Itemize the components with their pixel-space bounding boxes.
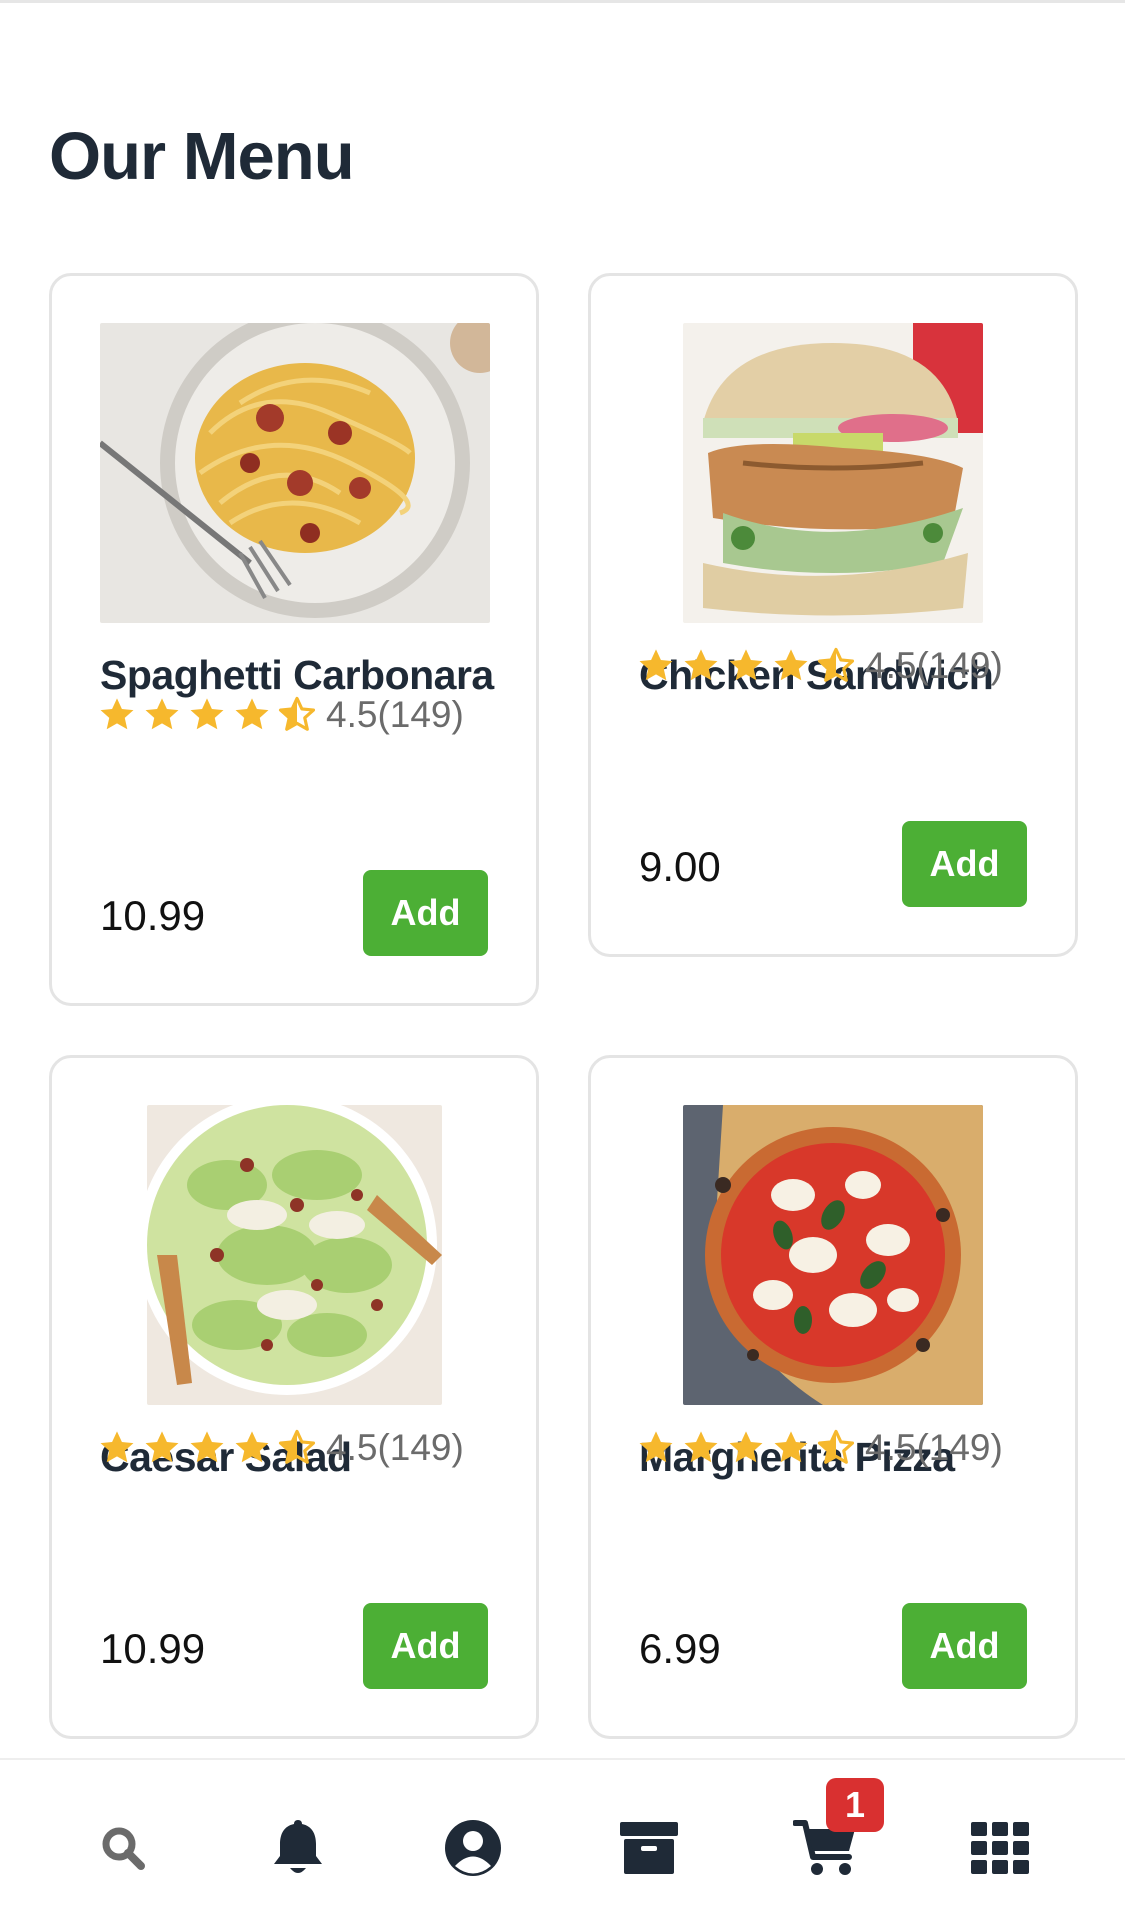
item-price: 9.00 xyxy=(639,843,721,890)
rating-count: (149) xyxy=(916,1427,1003,1468)
item-rating xyxy=(98,1426,323,1470)
top-divider xyxy=(0,0,1125,3)
item-name: Spaghetti Carbonara xyxy=(100,652,494,698)
star-full-icon xyxy=(682,1429,720,1467)
star-half-icon xyxy=(278,696,316,734)
item-price: 10.99 xyxy=(100,892,206,939)
margherita-pizza-image xyxy=(683,1105,983,1405)
star-full-icon xyxy=(233,1429,271,1467)
nav-orders[interactable] xyxy=(609,1808,689,1888)
add-to-cart-button[interactable]: Add xyxy=(363,1603,488,1689)
star-half-icon xyxy=(817,1429,855,1467)
caesar-salad-image xyxy=(147,1105,442,1405)
archive-box-icon xyxy=(620,1822,678,1874)
search-icon xyxy=(102,1827,145,1870)
star-half-icon xyxy=(817,647,855,685)
star-full-icon xyxy=(188,696,226,734)
star-full-icon xyxy=(772,1429,810,1467)
chicken-sandwich-image xyxy=(683,323,983,623)
cart-count-badge: 1 xyxy=(826,1778,884,1832)
item-price: 10.99 xyxy=(100,1625,206,1672)
page-title: Our Menu xyxy=(49,119,355,194)
star-full-icon xyxy=(143,696,181,734)
menu-card-caesar-salad[interactable]: Caesar Salad 4.5 (149) 10.99 Add xyxy=(49,1055,539,1739)
rating-count: (149) xyxy=(377,694,464,735)
user-circle-icon xyxy=(445,1820,501,1876)
rating-score: 4.5 xyxy=(865,1427,917,1468)
item-rating xyxy=(637,644,862,688)
rating-score: 4.5 xyxy=(865,645,917,686)
bottom-nav-bar: 1 xyxy=(0,1758,1125,1916)
add-to-cart-button[interactable]: Add xyxy=(902,821,1027,907)
item-rating xyxy=(98,693,323,737)
menu-card-margherita-pizza[interactable]: Margherita Pizza 4.5 (149) 6.99 Add xyxy=(588,1055,1078,1739)
rating-count: (149) xyxy=(916,645,1003,686)
grid-icon xyxy=(971,1822,1029,1874)
item-price: 6.99 xyxy=(639,1625,721,1672)
star-full-icon xyxy=(233,696,271,734)
star-full-icon xyxy=(727,647,765,685)
spaghetti-carbonara-image xyxy=(100,323,490,623)
star-full-icon xyxy=(682,647,720,685)
menu-card-chicken-sandwich[interactable]: Chicken Sandwich 4.5 (149) 9.00 Add xyxy=(588,273,1078,957)
menu-card-spaghetti-carbonara[interactable]: Spaghetti Carbonara 4.5 (149) 10.99 Add xyxy=(49,273,539,1006)
nav-notifications[interactable] xyxy=(258,1808,338,1888)
rating-score: 4.5 xyxy=(326,1427,378,1468)
rating-score: 4.5 xyxy=(326,694,378,735)
add-to-cart-button[interactable]: Add xyxy=(902,1603,1027,1689)
rating-count: (149) xyxy=(377,1427,464,1468)
star-full-icon xyxy=(637,1429,675,1467)
star-full-icon xyxy=(188,1429,226,1467)
nav-more[interactable] xyxy=(960,1808,1040,1888)
star-full-icon xyxy=(727,1429,765,1467)
bell-icon xyxy=(274,1820,322,1873)
star-half-icon xyxy=(278,1429,316,1467)
item-rating xyxy=(637,1426,862,1470)
nav-search[interactable] xyxy=(83,1808,163,1888)
star-full-icon xyxy=(98,1429,136,1467)
star-full-icon xyxy=(637,647,675,685)
star-full-icon xyxy=(98,696,136,734)
add-to-cart-button[interactable]: Add xyxy=(363,870,488,956)
nav-profile[interactable] xyxy=(433,1808,513,1888)
star-full-icon xyxy=(772,647,810,685)
star-full-icon xyxy=(143,1429,181,1467)
